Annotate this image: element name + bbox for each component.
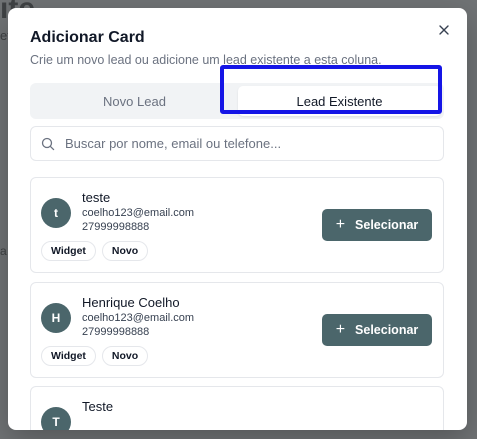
- background-side-text: a: [0, 244, 7, 258]
- tag-badge: Widget: [41, 241, 96, 261]
- avatar: t: [41, 198, 71, 228]
- select-button-label: Selecionar: [355, 218, 419, 232]
- search-icon: [41, 137, 55, 151]
- select-button-label: Selecionar: [355, 323, 419, 337]
- lead-email: coelho123@email.com: [82, 312, 195, 324]
- dialog-title: Adicionar Card: [30, 29, 145, 46]
- avatar: H: [41, 303, 71, 333]
- tag-badge: Widget: [41, 346, 96, 366]
- lead-name: Henrique Coelho: [82, 295, 180, 310]
- tab-lead-existente[interactable]: Lead Existente: [238, 86, 441, 116]
- lead-tags: Widget Novo: [41, 346, 149, 366]
- close-button[interactable]: [435, 21, 453, 39]
- lead-card: t teste coelho123@email.com 27999998888 …: [30, 177, 444, 273]
- dialog-subtitle: Crie um novo lead ou adicione um lead ex…: [30, 53, 382, 67]
- plus-icon: +: [335, 216, 346, 233]
- lead-phone: 27999998888: [82, 326, 150, 338]
- search-field: [30, 126, 444, 161]
- tag-badge: Novo: [101, 346, 149, 366]
- select-lead-button[interactable]: + Selecionar: [322, 314, 432, 346]
- close-icon: [439, 25, 449, 35]
- tag-badge: Novo: [101, 241, 149, 261]
- lead-name: Teste: [82, 399, 114, 414]
- lead-tags: Widget Novo: [41, 241, 149, 261]
- add-card-dialog: Adicionar Card Crie um novo lead ou adic…: [8, 8, 467, 430]
- tab-novo-lead[interactable]: Novo Lead: [33, 86, 236, 116]
- plus-icon: +: [335, 321, 346, 338]
- lead-email: coelho123@email.com: [82, 207, 195, 219]
- select-lead-button[interactable]: + Selecionar: [322, 209, 432, 241]
- lead-phone: 27999998888: [82, 221, 150, 233]
- tab-list: Novo Lead Lead Existente: [30, 83, 444, 119]
- lead-name: teste: [82, 190, 111, 205]
- lead-card: H Henrique Coelho coelho123@email.com 27…: [30, 282, 444, 378]
- lead-card: T Teste: [30, 386, 444, 430]
- search-input[interactable]: [65, 127, 435, 160]
- avatar: T: [41, 407, 71, 430]
